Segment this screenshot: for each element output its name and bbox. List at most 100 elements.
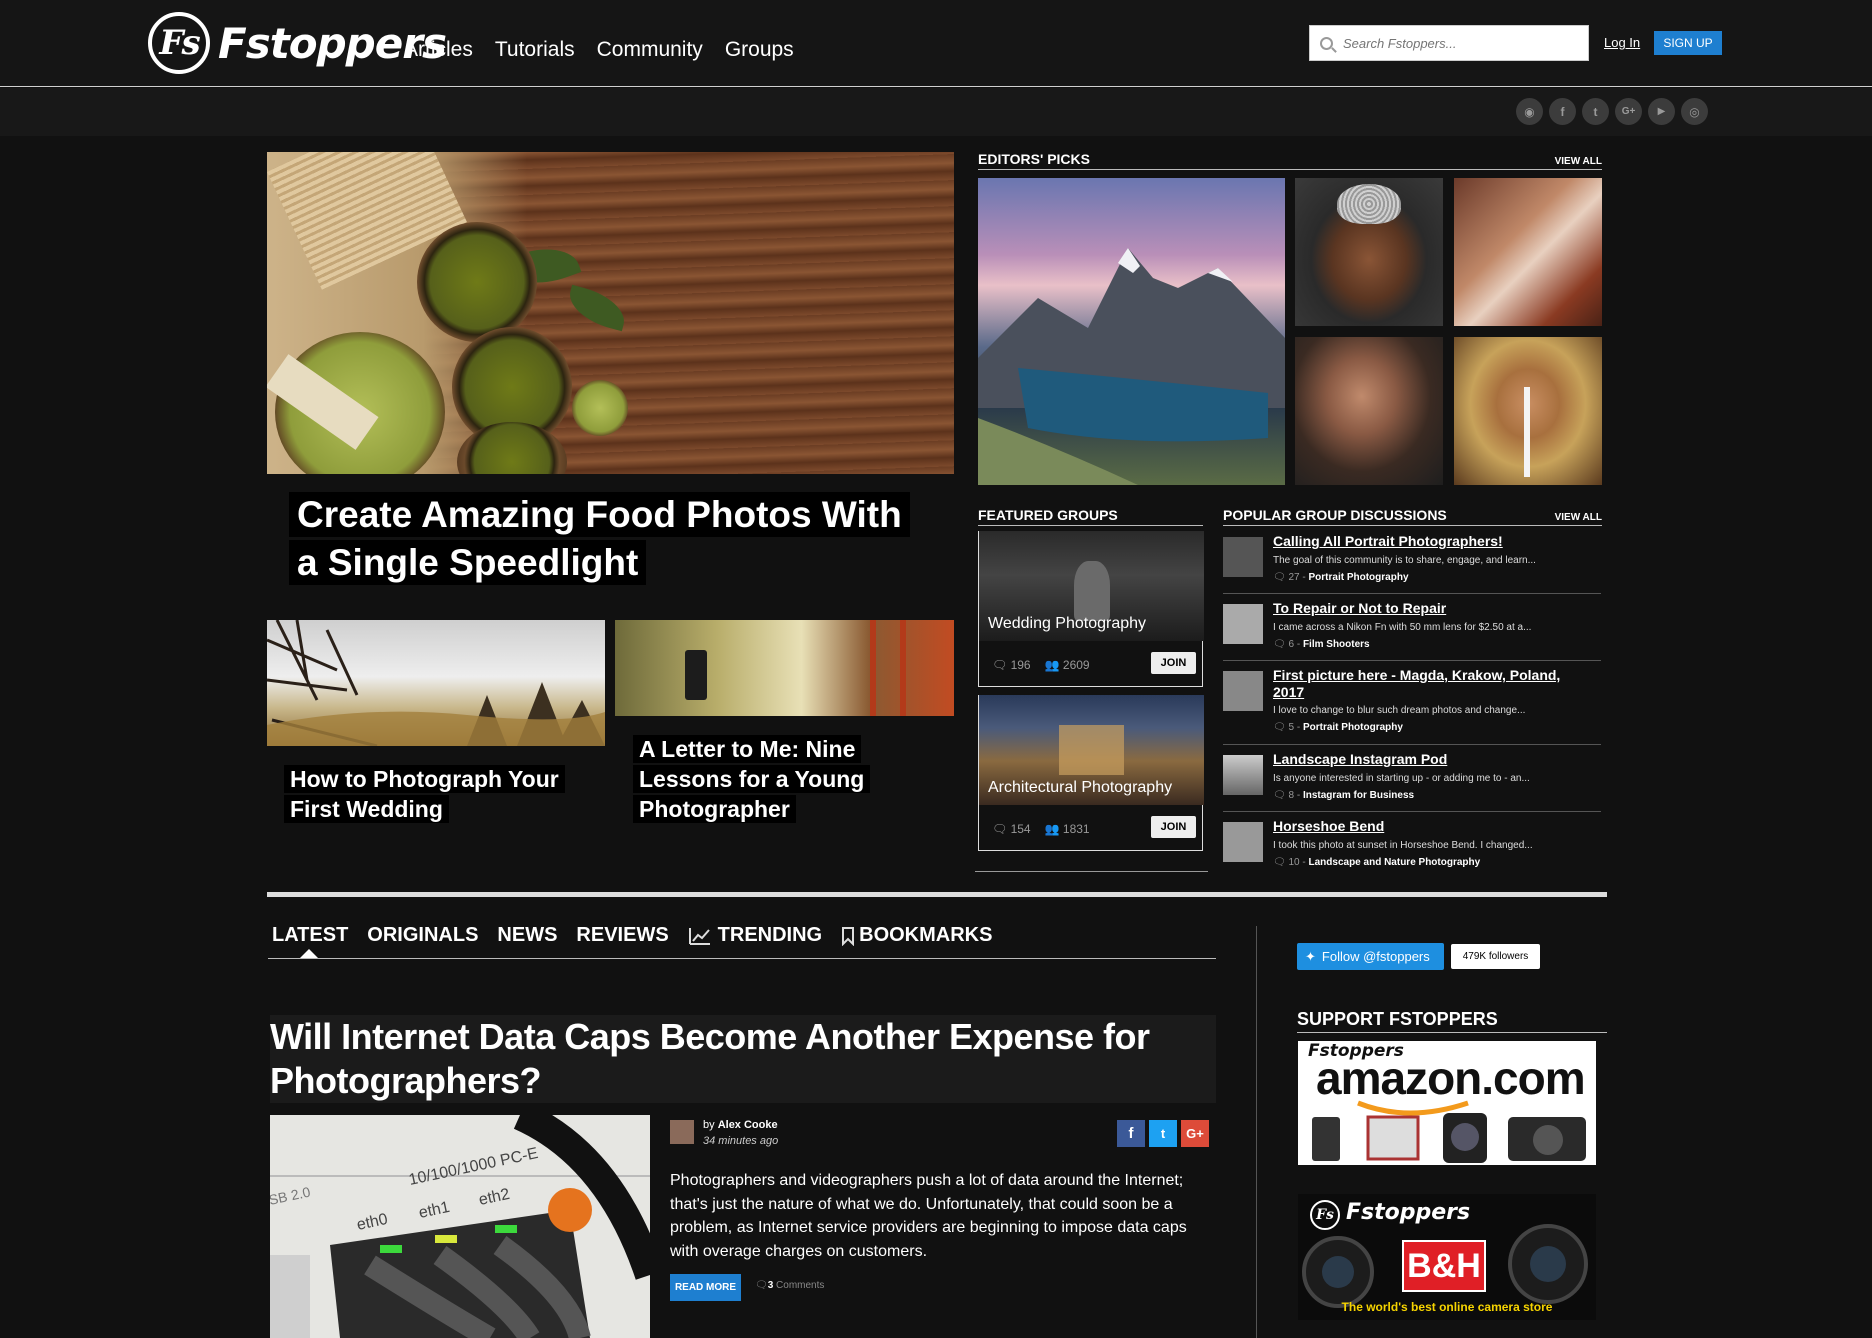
article-time: 34 minutes ago: [703, 1135, 779, 1147]
article-title[interactable]: Will Internet Data Caps Become Another E…: [270, 1015, 1216, 1103]
discussion-avatar: [1223, 604, 1263, 644]
share-twitter-icon[interactable]: t: [1149, 1120, 1177, 1147]
hero-title[interactable]: Create Amazing Food Photos With a Single…: [289, 491, 929, 587]
editors-pick-portrait-1[interactable]: [1295, 178, 1443, 326]
trending-icon: [688, 927, 710, 945]
members-count: 👥 2609: [1044, 658, 1090, 672]
bh-ad[interactable]: Fs Fstoppers B&H The world's best online…: [1298, 1194, 1596, 1320]
article-image[interactable]: 10/100/1000 PC-E eth0 eth1 eth2 SB 2.0: [270, 1115, 650, 1338]
editors-pick-portrait-2[interactable]: [1454, 178, 1602, 326]
tab-originals[interactable]: ORIGINALS: [367, 924, 478, 947]
face-paint: [1524, 387, 1530, 477]
support-heading: SUPPORT FSTOPPERS: [1297, 1009, 1607, 1033]
author-avatar[interactable]: [670, 1120, 694, 1144]
section-divider: [267, 892, 1607, 897]
tab-trending[interactable]: TRENDING: [688, 924, 822, 947]
comments-link[interactable]: 🗨3 Comments: [755, 1280, 824, 1291]
discussion-item: Calling All Portrait Photographers! The …: [1223, 533, 1601, 594]
card-wedding-title[interactable]: How to Photograph Your First Wedding: [284, 764, 584, 824]
nav-tutorials[interactable]: Tutorials: [495, 38, 575, 62]
card-letter-image[interactable]: [615, 620, 954, 716]
group-stats: 🗨 196 👥 2609: [992, 658, 1090, 672]
bh-tagline: The world's best online camera store: [1341, 1300, 1553, 1314]
discussion-title[interactable]: First picture here - Magda, Krakow, Pola…: [1273, 667, 1593, 701]
couple-silhouette: [1074, 561, 1110, 621]
editors-pick-portrait-3[interactable]: [1295, 337, 1443, 485]
bookmark-icon: [842, 926, 855, 946]
discussion-excerpt: I love to change to blur such dream phot…: [1273, 705, 1526, 716]
discussion-excerpt: I took this photo at sunset in Horseshoe…: [1273, 840, 1533, 851]
discussion-meta: 🗨 8 - Instagram for Business: [1273, 790, 1415, 801]
discussion-meta: 🗨 27 - Portrait Photography: [1273, 572, 1409, 583]
group-name: Wedding Photography: [988, 615, 1147, 632]
editors-pick-portrait-4[interactable]: [1454, 337, 1602, 485]
twitter-icon[interactable]: t: [1582, 98, 1609, 125]
card-letter-title[interactable]: A Letter to Me: Nine Lessons for a Young…: [633, 734, 933, 824]
discussion-meta: 🗨 10 - Landscape and Nature Photography: [1273, 857, 1481, 868]
login-link[interactable]: Log In: [1604, 35, 1640, 50]
mountain-illustration: [978, 248, 1285, 485]
nav-groups[interactable]: Groups: [725, 38, 794, 62]
youtube-icon[interactable]: ▶: [1648, 98, 1675, 125]
popular-view-all[interactable]: VIEW ALL: [1555, 512, 1602, 523]
discussion-title[interactable]: Landscape Instagram Pod: [1273, 751, 1593, 768]
search-box: [1309, 25, 1589, 61]
camera-object: [685, 650, 707, 700]
facebook-icon[interactable]: f: [1549, 98, 1576, 125]
members-count: 👥 1831: [1044, 822, 1090, 836]
author-name[interactable]: Alex Cooke: [718, 1119, 778, 1131]
discussion-title[interactable]: Calling All Portrait Photographers!: [1273, 533, 1593, 550]
share-facebook-icon[interactable]: f: [1117, 1120, 1145, 1147]
join-button[interactable]: JOIN: [1151, 652, 1196, 674]
card-wedding-image[interactable]: [267, 620, 605, 746]
google-plus-icon[interactable]: G+: [1615, 98, 1642, 125]
discussion-meta: 🗨 5 - Portrait Photography: [1273, 722, 1403, 733]
tabs-underline: [268, 958, 1216, 959]
curly-hair: [1337, 184, 1401, 224]
followers-count: 479K followers: [1451, 944, 1540, 969]
editors-picks-heading: EDITORS' PICKS VIEW ALL: [978, 151, 1602, 170]
editors-pick-mountain[interactable]: [978, 178, 1285, 485]
nav-community[interactable]: Community: [597, 38, 703, 62]
discussion-avatar: [1223, 822, 1263, 862]
group-card-architectural: Architectural Photography 🗨 154 👥 1831 J…: [978, 695, 1204, 851]
popular-discussions-heading: POPULAR GROUP DISCUSSIONS VIEW ALL: [1223, 507, 1602, 526]
search-icon: [1320, 36, 1333, 50]
site-header: Fs Fstoppers Articles Tutorials Communit…: [0, 0, 1872, 87]
site-logo[interactable]: Fs Fstoppers: [148, 12, 447, 74]
discussion-item: Landscape Instagram Pod Is anyone intere…: [1223, 751, 1601, 812]
matcha-spoon: [572, 380, 628, 436]
amazon-ad[interactable]: Fstoppers amazon.com: [1298, 1041, 1596, 1165]
discussions-count: 🗨 154: [992, 822, 1031, 836]
editors-picks-view-all[interactable]: VIEW ALL: [1555, 156, 1602, 167]
social-links: ◉ f t G+ ▶ ◎: [1516, 98, 1708, 125]
discussion-title[interactable]: Horseshoe Bend: [1273, 818, 1593, 835]
discussion-title[interactable]: To Repair or Not to Repair: [1273, 600, 1593, 617]
discussion-excerpt: The goal of this community is to share, …: [1273, 555, 1536, 566]
tab-bookmarks[interactable]: BOOKMARKS: [841, 924, 992, 947]
interior-window: [1059, 725, 1124, 775]
join-button[interactable]: JOIN: [1151, 816, 1196, 838]
search-input[interactable]: [1343, 35, 1573, 51]
share-google-plus-icon[interactable]: G+: [1181, 1120, 1209, 1147]
tree-silhouette: [267, 620, 605, 746]
nav-articles[interactable]: Articles: [404, 38, 473, 62]
column-separator: [1256, 926, 1257, 1338]
signup-button[interactable]: SIGN UP: [1654, 31, 1722, 55]
amazon-ad-products: [1312, 1100, 1586, 1163]
tab-news[interactable]: NEWS: [497, 924, 557, 947]
bh-logo: B&H: [1402, 1240, 1486, 1292]
rss-icon[interactable]: ◉: [1516, 98, 1543, 125]
discussions-count: 🗨 196: [992, 658, 1031, 672]
article-tabs: LATEST ORIGINALS NEWS REVIEWS TRENDING B…: [272, 924, 992, 947]
discussion-item: First picture here - Magda, Krakow, Pola…: [1223, 667, 1601, 745]
twitter-follow-button[interactable]: ✦ Follow @fstoppers: [1297, 943, 1444, 970]
discussion-meta: 🗨 6 - Film Shooters: [1273, 639, 1370, 650]
instagram-icon[interactable]: ◎: [1681, 98, 1708, 125]
tab-reviews[interactable]: REVIEWS: [576, 924, 668, 947]
discussion-item: To Repair or Not to Repair I came across…: [1223, 600, 1601, 661]
hero-image[interactable]: [267, 152, 954, 474]
read-more-button[interactable]: READ MORE: [670, 1274, 741, 1301]
discussion-excerpt: Is anyone interested in starting up - or…: [1273, 773, 1530, 784]
tab-latest[interactable]: LATEST: [272, 924, 348, 947]
